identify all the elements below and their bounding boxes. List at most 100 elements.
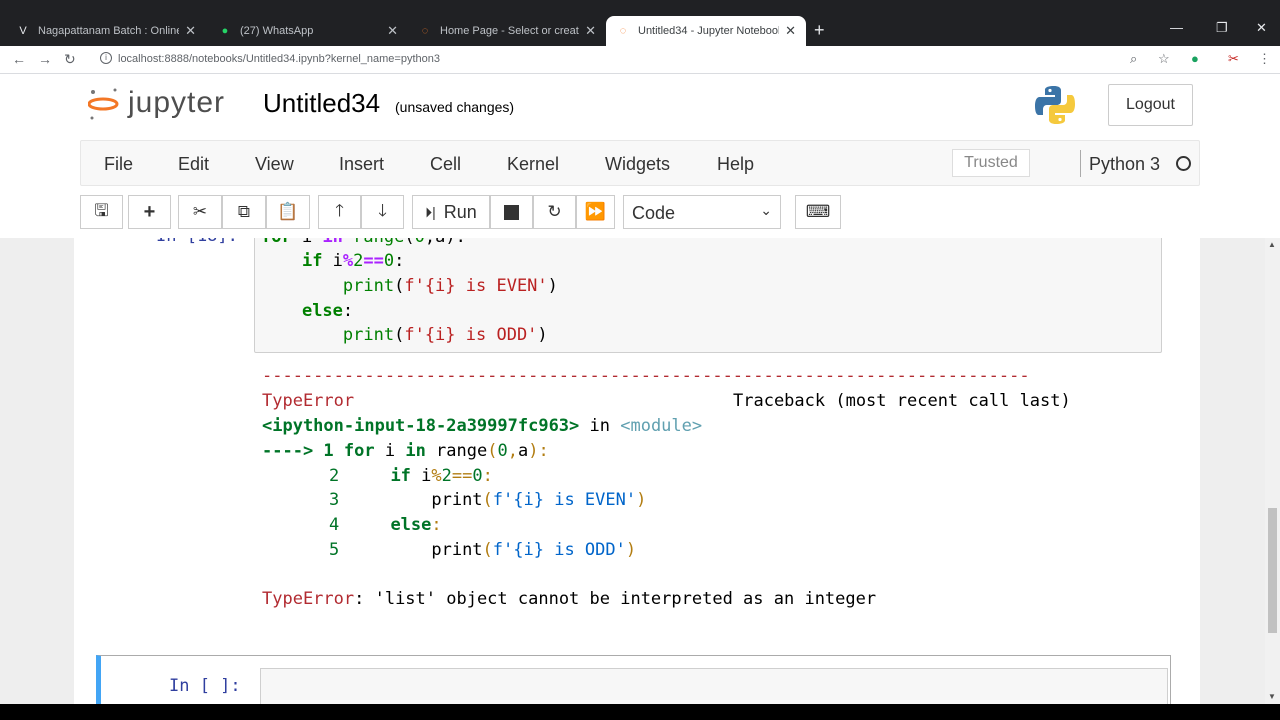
menu-help[interactable]: Help xyxy=(717,154,754,175)
jupyter-header: jupyter Untitled34 (unsaved changes) Log… xyxy=(0,74,1280,140)
scroll-up-icon[interactable]: ▲ xyxy=(1268,240,1276,249)
cell-type-value: Code xyxy=(632,203,676,223)
close-icon[interactable]: ✕ xyxy=(785,23,796,39)
notebook-name[interactable]: Untitled34 xyxy=(263,88,380,119)
insert-cell-button[interactable]: + xyxy=(128,195,171,229)
menubar: File Edit View Insert Cell Kernel Widget… xyxy=(80,140,1200,186)
restart-button[interactable]: ↻ xyxy=(533,195,576,229)
notebook-area: In [18]: for i in range(0,a): if i%2==0:… xyxy=(0,238,1280,704)
save-icon: 🖫 xyxy=(94,200,109,220)
code-line: for i in range(0,a): xyxy=(261,238,466,247)
kernel-divider xyxy=(1080,150,1081,177)
browser-menu-icon[interactable]: ⋮ xyxy=(1258,51,1271,67)
extension-icon[interactable]: ✂ xyxy=(1228,51,1239,67)
jupyter-icon: ◌ xyxy=(619,25,627,37)
save-status: (unsaved changes) xyxy=(395,99,515,115)
move-down-button[interactable]: 🡓 xyxy=(361,195,404,229)
final-error-message: : 'list' object cannot be interpreted as… xyxy=(354,589,877,609)
paste-button[interactable]: 📋 xyxy=(266,195,310,229)
fast-forward-icon: ⏩ xyxy=(584,202,607,221)
grammarly-icon[interactable]: ● xyxy=(1191,51,1199,66)
run-label: Run xyxy=(443,201,477,222)
code-line: print(f'{i} is EVEN') xyxy=(342,276,558,296)
minimize-icon[interactable]: — xyxy=(1170,20,1183,35)
traceback-line-2: 2 if i%2==0: xyxy=(329,466,493,486)
bookmark-star-icon[interactable]: ☆ xyxy=(1158,51,1170,67)
code-line: print(f'{i} is ODD') xyxy=(342,325,548,345)
menu-widgets[interactable]: Widgets xyxy=(605,154,670,175)
code-line: else: xyxy=(301,301,354,321)
browser-tab-active[interactable]: ◌ Untitled34 - Jupyter Notebook ✕ xyxy=(606,16,806,46)
save-button[interactable]: 🖫 xyxy=(80,195,123,229)
logout-button[interactable]: Logout xyxy=(1108,84,1193,126)
forward-icon[interactable]: → xyxy=(38,51,52,67)
menu-file[interactable]: File xyxy=(104,154,133,175)
reload-icon[interactable]: ↻ xyxy=(64,51,76,68)
zoom-icon[interactable]: ⌕ xyxy=(1130,51,1137,67)
menu-kernel[interactable]: Kernel xyxy=(507,154,559,175)
selected-empty-cell[interactable]: In [ ]: xyxy=(96,655,1171,704)
stop-icon xyxy=(504,204,519,220)
back-icon[interactable]: ← xyxy=(12,51,26,67)
plus-icon: + xyxy=(143,200,156,223)
screen-bottom-bar xyxy=(0,704,1280,720)
chevron-down-icon: ⌄ xyxy=(760,202,772,218)
menu-view[interactable]: View xyxy=(255,154,294,175)
kernel-name[interactable]: Python 3 xyxy=(1089,154,1160,175)
window-close-icon[interactable]: ✕ xyxy=(1256,20,1267,36)
cell-type-select[interactable]: Code ⌄ xyxy=(623,195,781,229)
cut-button[interactable]: ✂ xyxy=(178,195,222,229)
traceback-line-1: ----> 1 for i in range(0,a): xyxy=(262,441,549,461)
jupyter-icon: ◌ xyxy=(421,25,429,37)
copy-icon: ⧉ xyxy=(237,202,251,221)
code-input-area[interactable]: for i in range(0,a): if i%2==0: print(f'… xyxy=(254,238,1162,353)
code-line: if i%2==0: xyxy=(301,251,405,271)
empty-input-prompt: In [ ]: xyxy=(169,676,241,696)
traceback-line-3: 3 print(f'{i} is EVEN') xyxy=(329,490,647,510)
command-palette-button[interactable]: ⌨ xyxy=(795,195,841,229)
browser-tab[interactable]: ◌ Home Page - Select or create a n ✕ xyxy=(408,16,606,46)
traceback-module: <module> xyxy=(620,416,703,436)
vedantu-icon: V xyxy=(19,25,27,37)
browser-tab[interactable]: V Nagapattanam Batch : Online Py ✕ xyxy=(6,16,206,46)
whatsapp-icon: ● xyxy=(221,25,229,37)
traceback-line-5: 5 print(f'{i} is ODD') xyxy=(329,540,637,560)
menu-insert[interactable]: Insert xyxy=(339,154,384,175)
scissors-icon: ✂ xyxy=(192,202,208,221)
restore-icon[interactable]: ❐ xyxy=(1216,20,1228,36)
copy-button[interactable]: ⧉ xyxy=(222,195,266,229)
traceback-line-4: 4 else: xyxy=(329,515,442,535)
page-scrollbar[interactable]: ▲ ▼ xyxy=(1265,238,1280,704)
trusted-indicator[interactable]: Trusted xyxy=(952,149,1030,177)
traceback-separator: ----------------------------------------… xyxy=(262,366,1030,386)
new-tab-icon[interactable]: + xyxy=(814,20,825,41)
menu-edit[interactable]: Edit xyxy=(178,154,209,175)
jupyter-logo-text[interactable]: jupyter xyxy=(128,86,225,120)
traceback-location: <ipython-input-18-2a39997fc963> in <modu… xyxy=(262,416,702,436)
traceback-input-ref: <ipython-input-18-2a39997fc963> xyxy=(262,416,580,436)
info-icon[interactable]: i xyxy=(100,52,112,64)
move-up-button[interactable]: 🡑 xyxy=(318,195,361,229)
keyboard-icon: ⌨ xyxy=(805,202,831,221)
browser-tab[interactable]: ● (27) WhatsApp ✕ xyxy=(208,16,408,46)
final-error-type: TypeError xyxy=(262,589,355,609)
scroll-down-icon[interactable]: ▼ xyxy=(1268,692,1276,701)
empty-code-input[interactable] xyxy=(260,668,1168,704)
close-icon[interactable]: ✕ xyxy=(387,23,398,39)
interrupt-button[interactable] xyxy=(490,195,533,229)
close-icon[interactable]: ✕ xyxy=(185,23,196,39)
scrollbar-thumb[interactable] xyxy=(1268,508,1277,633)
traceback-header: Traceback (most recent call last) xyxy=(733,391,1071,411)
menu-cell[interactable]: Cell xyxy=(430,154,461,175)
input-prompt: In [18]: xyxy=(156,238,238,246)
step-forward-icon: ⏵| xyxy=(425,203,436,220)
url-field[interactable]: localhost:8888/notebooks/Untitled34.ipyn… xyxy=(118,53,440,65)
browser-tab-strip: V Nagapattanam Batch : Online Py ✕ ● (27… xyxy=(0,0,1280,46)
run-button[interactable]: ⏵| Run xyxy=(412,195,490,229)
close-icon[interactable]: ✕ xyxy=(585,23,596,39)
arrow-up-icon: 🡑 xyxy=(335,200,344,220)
traceback-final-error: TypeError: 'list' object cannot be inter… xyxy=(262,589,876,609)
tab-title: Untitled34 - Jupyter Notebook xyxy=(638,25,780,37)
redo-icon: ↻ xyxy=(547,202,562,221)
restart-run-all-button[interactable]: ⏩ xyxy=(576,195,615,229)
